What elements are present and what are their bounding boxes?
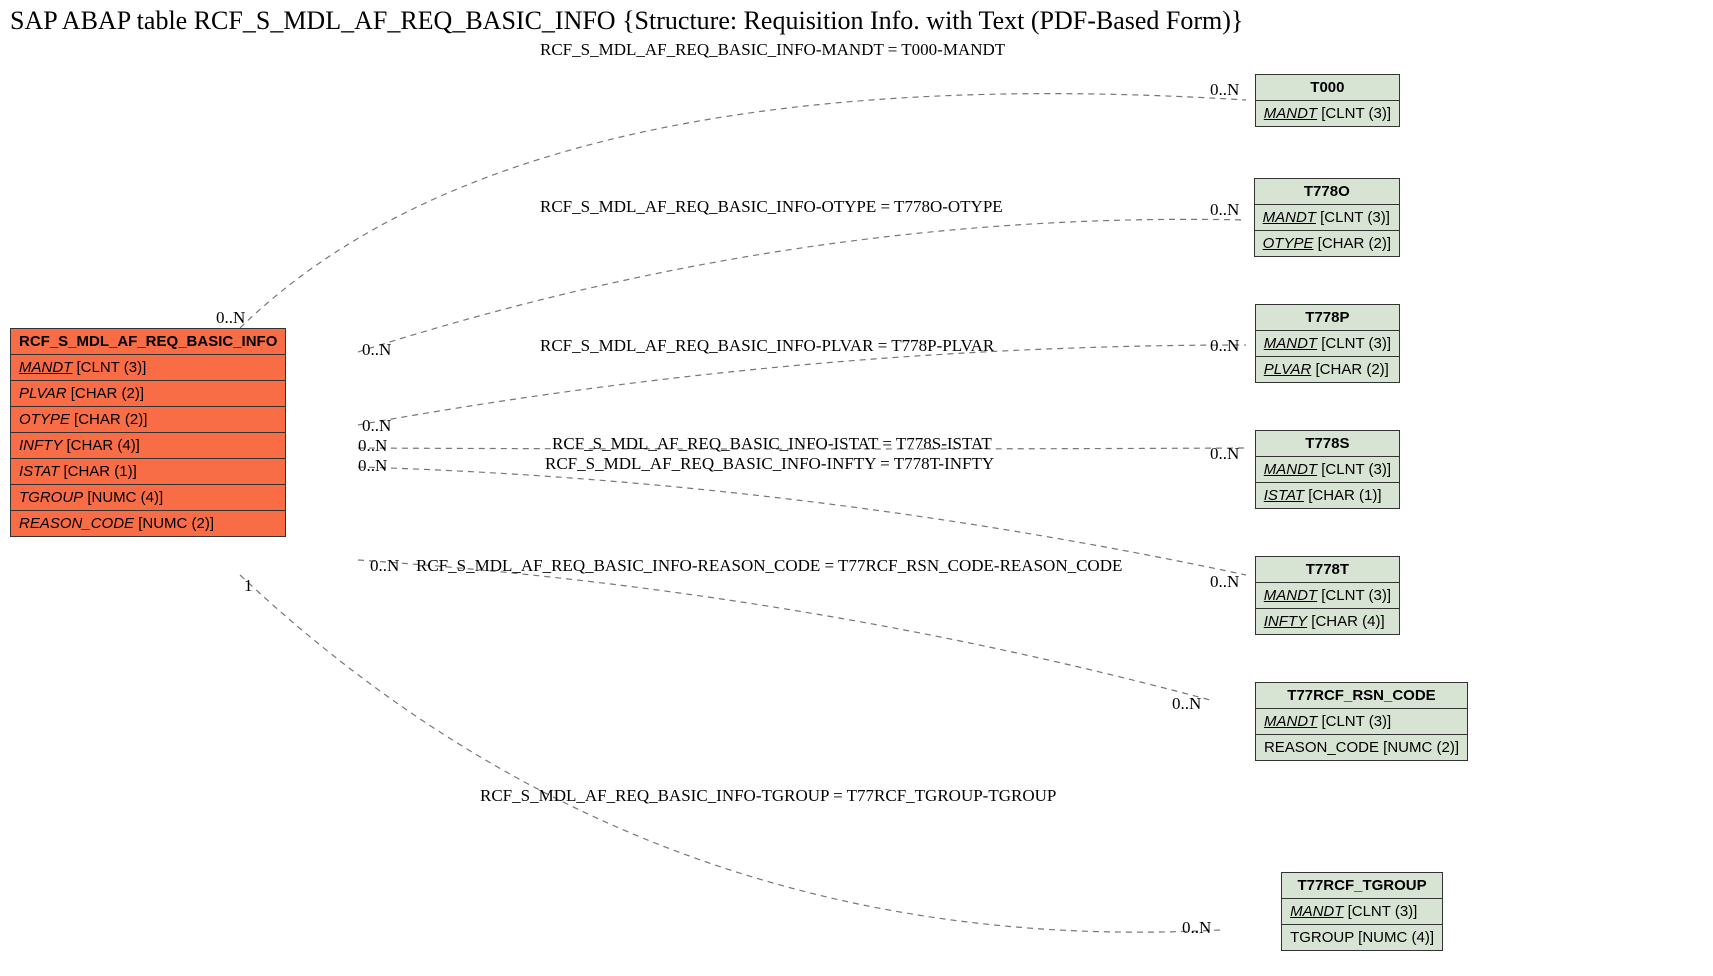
entity-t778t: T778T MANDT [CLNT (3)] INFTY [CHAR (4)] [1255,556,1400,635]
entity-t778o: T778O MANDT [CLNT (3)] OTYPE [CHAR (2)] [1254,178,1400,257]
entity-field: PLVAR [CHAR (2)] [1256,357,1399,382]
entity-field: MANDT [CLNT (3)] [1255,205,1399,231]
entity-field: MANDT [CLNT (3)] [1256,457,1399,483]
dst-cardinality: 0..N [1182,918,1211,938]
entity-field: REASON_CODE [NUMC (2)] [1256,735,1467,760]
dst-cardinality: 0..N [1210,200,1239,220]
src-cardinality: 0..N [362,416,391,436]
relation-label: RCF_S_MDL_AF_REQ_BASIC_INFO-MANDT = T000… [540,40,1005,60]
src-cardinality: 0..N [358,436,387,456]
entity-field: MANDT [CLNT (3)] [1282,899,1442,925]
dst-cardinality: 0..N [1172,694,1201,714]
entity-main-header: RCF_S_MDL_AF_REQ_BASIC_INFO [11,329,285,355]
entity-field: PLVAR [CHAR (2)] [11,381,285,407]
entity-header: T77RCF_RSN_CODE [1256,683,1467,709]
src-cardinality: 0..N [358,456,387,476]
dst-cardinality: 0..N [1210,444,1239,464]
entity-field: OTYPE [CHAR (2)] [1255,231,1399,256]
entity-field: MANDT [CLNT (3)] [1256,331,1399,357]
relation-label: RCF_S_MDL_AF_REQ_BASIC_INFO-INFTY = T778… [545,454,994,474]
entity-field: TGROUP [NUMC (4)] [1282,925,1442,950]
entity-field: MANDT [CLNT (3)] [11,355,285,381]
relation-label: RCF_S_MDL_AF_REQ_BASIC_INFO-OTYPE = T778… [540,197,1003,217]
entity-t000: T000 MANDT [CLNT (3)] [1255,74,1400,127]
diagram-title: SAP ABAP table RCF_S_MDL_AF_REQ_BASIC_IN… [10,6,1243,36]
entity-field: OTYPE [CHAR (2)] [11,407,285,433]
dst-cardinality: 0..N [1210,80,1239,100]
src-cardinality: 0..N [370,556,399,576]
entity-header: T778S [1256,431,1399,457]
src-cardinality: 0..N [216,308,245,328]
entity-field: MANDT [CLNT (3)] [1256,583,1399,609]
dst-cardinality: 0..N [1210,572,1239,592]
entity-field: INFTY [CHAR (4)] [11,433,285,459]
entity-header: T778T [1256,557,1399,583]
entity-t778p: T778P MANDT [CLNT (3)] PLVAR [CHAR (2)] [1255,304,1400,383]
entity-field: INFTY [CHAR (4)] [1256,609,1399,634]
entity-field: ISTAT [CHAR (1)] [1256,483,1399,508]
relation-label: RCF_S_MDL_AF_REQ_BASIC_INFO-PLVAR = T778… [540,336,994,356]
relation-label: RCF_S_MDL_AF_REQ_BASIC_INFO-TGROUP = T77… [480,786,1056,806]
entity-t778s: T778S MANDT [CLNT (3)] ISTAT [CHAR (1)] [1255,430,1400,509]
entity-t77rcf-tgroup: T77RCF_TGROUP MANDT [CLNT (3)] TGROUP [N… [1281,872,1443,951]
entity-header: T778O [1255,179,1399,205]
entity-t77rcf-rsn-code: T77RCF_RSN_CODE MANDT [CLNT (3)] REASON_… [1255,682,1468,761]
relation-label: RCF_S_MDL_AF_REQ_BASIC_INFO-ISTAT = T778… [552,434,992,454]
dst-cardinality: 0..N [1210,336,1239,356]
entity-field: MANDT [CLNT (3)] [1256,709,1467,735]
entity-field: TGROUP [NUMC (4)] [11,485,285,511]
src-cardinality: 0..N [362,340,391,360]
relation-label: RCF_S_MDL_AF_REQ_BASIC_INFO-REASON_CODE … [416,556,1122,576]
entity-header: T77RCF_TGROUP [1282,873,1442,899]
src-cardinality: 1 [244,576,253,596]
entity-field: MANDT [CLNT (3)] [1256,101,1399,126]
entity-field: REASON_CODE [NUMC (2)] [11,511,285,536]
entity-field: ISTAT [CHAR (1)] [11,459,285,485]
entity-header: T778P [1256,305,1399,331]
entity-main: RCF_S_MDL_AF_REQ_BASIC_INFO MANDT [CLNT … [10,328,286,537]
entity-header: T000 [1256,75,1399,101]
